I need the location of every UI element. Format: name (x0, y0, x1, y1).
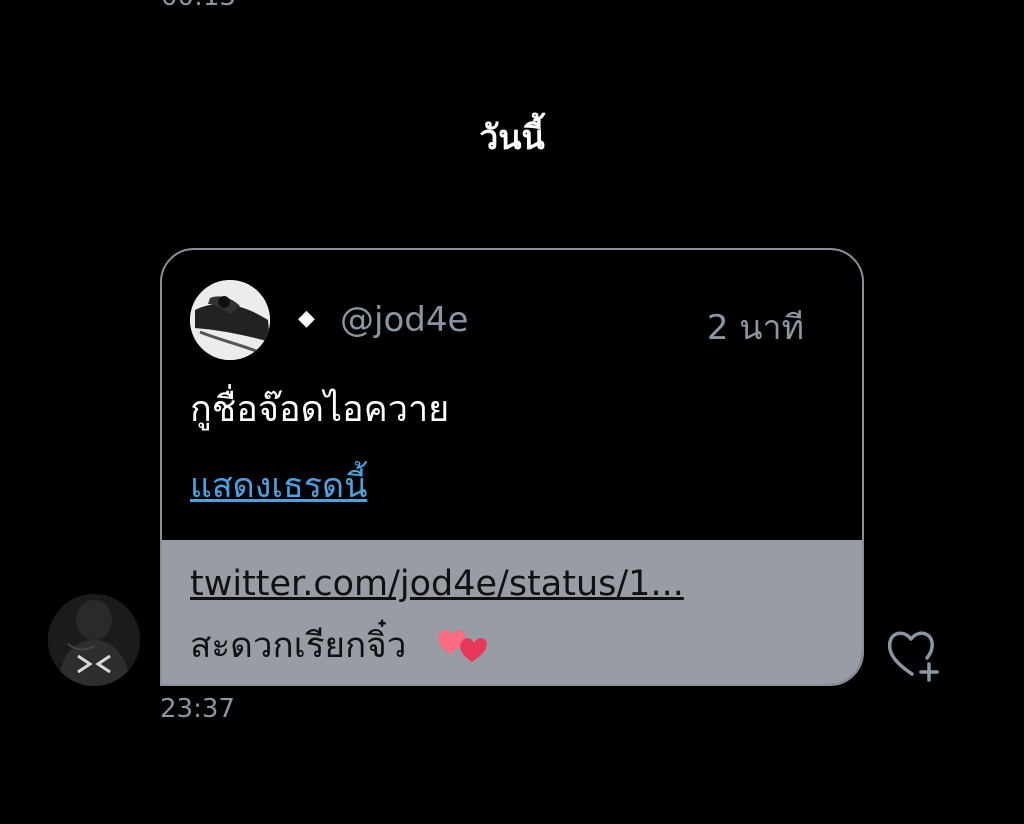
diamond-icon: ◆ (298, 306, 315, 331)
tweet-text: กูชื่อจ๊อดไอควาย (190, 389, 450, 430)
message-time: 23:37 (160, 694, 235, 724)
two-hearts-icon (438, 630, 487, 662)
message-body: twitter.com/jod4e/status/1... สะดวกเรียก… (162, 540, 862, 684)
date-separator: วันนี้ (479, 118, 545, 158)
message-bubble[interactable]: ◆ @jod4e 2 นาที กูชื่อจ๊อดไอควาย แสดงเธร… (160, 248, 864, 686)
message-text: สะดวกเรียกจิ๋ว (190, 626, 407, 666)
tweet-time: 2 นาที (706, 308, 804, 348)
shared-tweet-card[interactable]: ◆ @jod4e 2 นาที กูชื่อจ๊อดไอควาย แสดงเธร… (162, 250, 862, 540)
sender-avatar[interactable] (48, 594, 140, 686)
dm-conversation: 00:13 วันนี้ ◆ @jod4e 2 นาที กูชื่อจ๊อดไ… (0, 0, 1024, 824)
tweet-author-avatar[interactable] (190, 280, 270, 360)
show-thread-link[interactable]: แสดงเธรดนี้ (190, 458, 367, 512)
tweet-url-link[interactable]: twitter.com/jod4e/status/1... (190, 564, 684, 604)
heart-plus-icon[interactable] (884, 626, 944, 682)
previous-message-time: 00:13 (161, 0, 236, 12)
tweet-handle[interactable]: @jod4e (340, 300, 468, 340)
